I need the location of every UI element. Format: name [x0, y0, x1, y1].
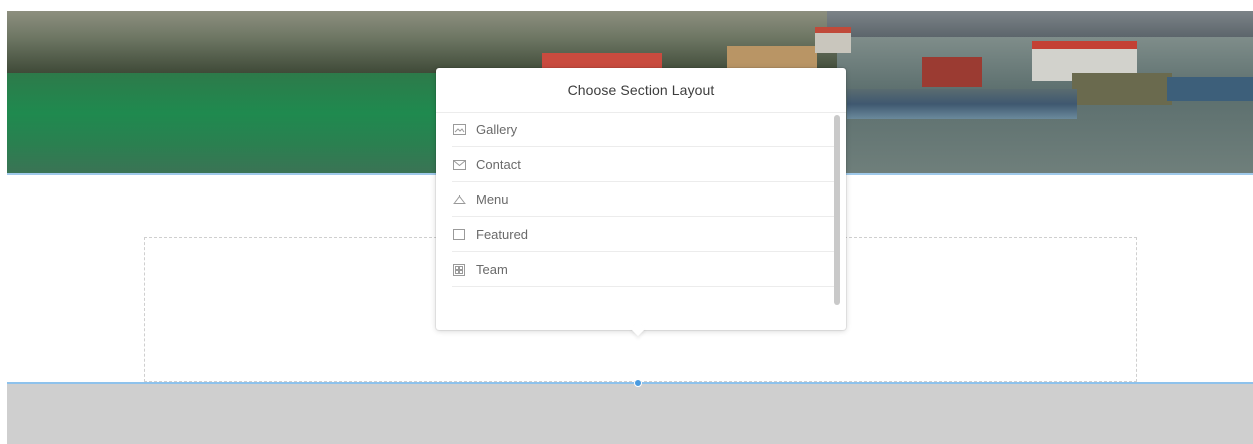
layout-option-contact[interactable]: Contact: [452, 148, 840, 182]
layout-option-label: Gallery: [476, 122, 518, 137]
choose-section-layout-popover: Choose Section Layout Gallery Contact Me…: [436, 68, 846, 337]
envelope-icon: [452, 158, 466, 172]
layout-option-label: Contact: [476, 157, 521, 172]
layout-option-team[interactable]: Team: [452, 253, 840, 287]
raft: [1167, 77, 1253, 101]
square-icon: [452, 228, 466, 242]
scrollbar-thumb[interactable]: [834, 115, 840, 305]
popover-title: Choose Section Layout: [567, 82, 715, 98]
layout-option-gallery[interactable]: Gallery: [452, 113, 840, 147]
layout-option-label: Team: [476, 262, 508, 277]
next-section[interactable]: [7, 384, 1253, 444]
add-section-handle[interactable]: [634, 379, 642, 387]
popover-scrollbar[interactable]: [834, 115, 840, 305]
team-grid-icon: [452, 263, 466, 277]
section-insert-line: [7, 382, 1253, 384]
floating-house: [815, 27, 851, 53]
boat: [1072, 73, 1172, 105]
hero-cliff-distant: [827, 11, 1253, 37]
raft: [847, 89, 1077, 119]
layout-option-menu[interactable]: Menu: [452, 183, 840, 217]
layout-option-label: Featured: [476, 227, 529, 242]
layout-option-featured[interactable]: Featured: [452, 218, 840, 252]
layout-option-label: Menu: [476, 192, 509, 207]
image-icon: [452, 123, 466, 137]
hero-cliff: [7, 11, 837, 73]
floating-house: [922, 57, 982, 87]
cloche-icon: [452, 193, 466, 207]
